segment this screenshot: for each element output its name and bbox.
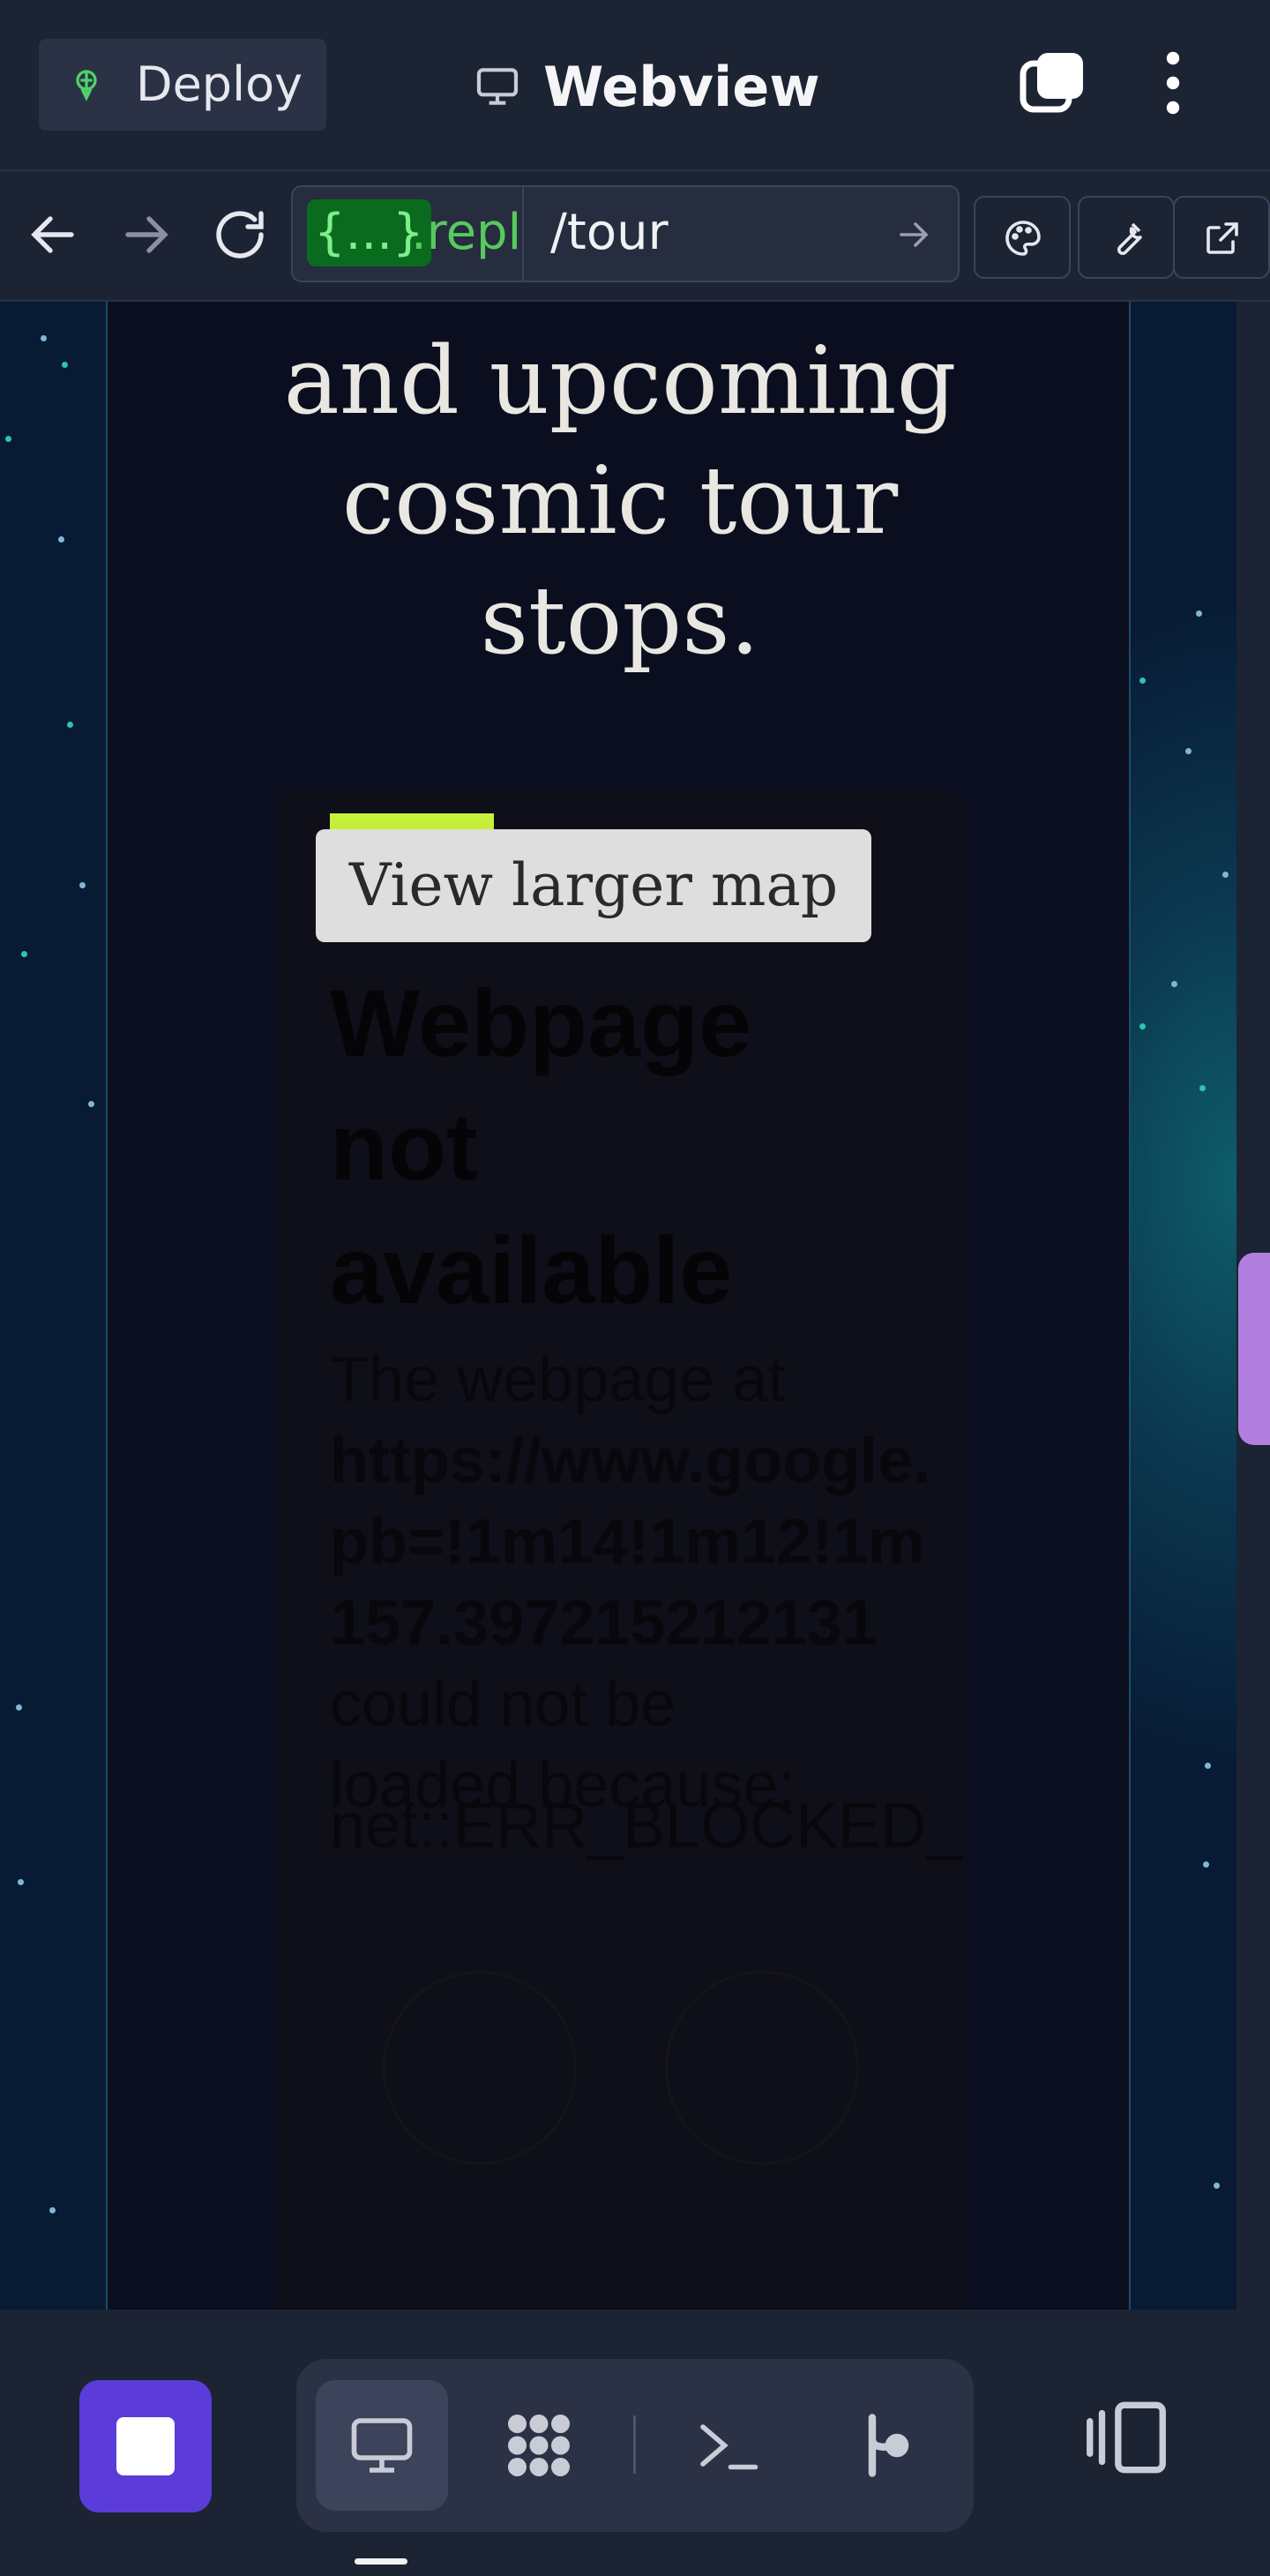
theme-button[interactable] [974, 196, 1071, 279]
star [79, 882, 86, 888]
error-outro-line: could not be [330, 1669, 676, 1740]
home-indicator [355, 2558, 407, 2565]
error-url-line: https://www.google. [330, 1426, 931, 1496]
palette-icon [1005, 221, 1041, 256]
back-arrow-icon[interactable] [21, 203, 85, 266]
error-title-line: Webpage [330, 970, 752, 1076]
devtools-button[interactable] [1078, 196, 1175, 279]
error-title-line: not [330, 1093, 478, 1200]
open-external-button[interactable] [1173, 196, 1270, 279]
deploy-label: Deploy [136, 56, 303, 112]
star [49, 2207, 56, 2213]
star [1205, 1763, 1211, 1769]
stop-button[interactable] [79, 2380, 212, 2512]
error-url-line: 157.397215212131 [330, 1588, 878, 1659]
star [1139, 1023, 1146, 1030]
stop-icon [116, 2417, 175, 2475]
deploy-button[interactable]: Deploy [39, 39, 326, 131]
shell-tool-button[interactable] [661, 2380, 794, 2511]
git-icon [868, 2414, 909, 2477]
map-embed: View larger map Webpage not available Th… [277, 789, 965, 2310]
error-intro: The webpage at [330, 1344, 786, 1415]
star [16, 1704, 22, 1711]
kebab-icon[interactable] [1147, 49, 1199, 116]
decorative-ring [383, 1971, 577, 2165]
error-url-line: pb=!1m14!1m12!1m [330, 1507, 925, 1577]
star [1196, 610, 1202, 617]
nav-bar: {...} .repl /tour [0, 173, 1270, 302]
star [41, 335, 47, 341]
error-title: Webpage not available [330, 962, 947, 1332]
star [5, 436, 11, 442]
star [88, 1101, 94, 1107]
star [67, 722, 73, 728]
webview-content: and upcoming cosmic tour stops. View lar… [0, 302, 1236, 2310]
error-message: The webpage at https://www.google. pb=!1… [330, 1339, 965, 1826]
star [1185, 748, 1192, 754]
tool-separator [633, 2415, 636, 2474]
external-link-icon [1206, 222, 1238, 254]
page-title: Webview [473, 44, 820, 129]
terminal-icon [700, 2424, 758, 2470]
deploy-icon [76, 70, 97, 101]
title-label: Webview [543, 54, 820, 119]
grid-icon [508, 2415, 570, 2476]
tagline-line: and upcoming [283, 326, 957, 435]
url-path[interactable]: /tour [550, 199, 669, 266]
go-arrow-icon[interactable] [893, 213, 935, 256]
tagline-line: cosmic tour [341, 446, 899, 555]
tabs-icon[interactable] [1020, 49, 1087, 116]
apps-tool-button[interactable] [473, 2380, 605, 2511]
error-title-line: available [330, 1217, 733, 1323]
star [1171, 981, 1177, 987]
reload-icon[interactable] [208, 203, 272, 266]
monitor-icon [351, 2418, 413, 2473]
decorative-ring [665, 1971, 859, 2165]
top-bar: Deploy Webview [0, 0, 1270, 171]
tool-switcher [296, 2359, 974, 2532]
wrench-icon [1117, 222, 1142, 256]
star [58, 536, 64, 543]
star [1222, 872, 1229, 878]
view-larger-map-button[interactable]: View larger map [316, 829, 871, 942]
star [21, 951, 27, 957]
content-column: and upcoming cosmic tour stops. View lar… [106, 302, 1131, 2310]
git-tool-button[interactable] [818, 2380, 951, 2511]
url-host-text: .repl [411, 204, 522, 261]
bottom-toolbar [0, 2310, 1270, 2576]
panel-icon[interactable] [1078, 2389, 1175, 2486]
star [62, 362, 68, 368]
forward-arrow-icon[interactable] [115, 203, 178, 266]
star [1203, 1861, 1209, 1868]
scrollbar-thumb[interactable] [1238, 1253, 1270, 1445]
error-code: net::ERR_BLOCKED_ [330, 1791, 962, 1861]
url-host: {...} .repl [293, 187, 524, 281]
tagline-line: stops. [480, 566, 760, 675]
webview-tool-button[interactable] [316, 2380, 448, 2511]
star [18, 1879, 24, 1885]
star [1214, 2183, 1220, 2189]
star [1199, 1085, 1206, 1091]
url-bar[interactable]: {...} .repl /tour [291, 185, 960, 282]
monitor-icon [476, 68, 519, 105]
star [1139, 678, 1146, 684]
